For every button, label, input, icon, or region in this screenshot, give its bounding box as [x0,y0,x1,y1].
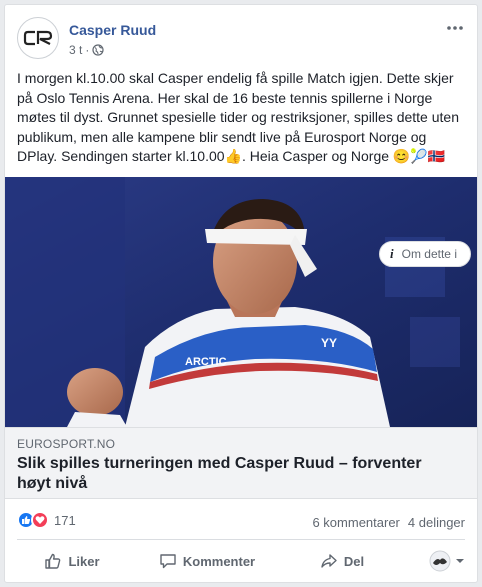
love-icon [31,511,49,529]
share-button[interactable]: Del [287,545,397,577]
share-label: Del [343,553,365,569]
action-bar: Liker Kommenter Del [17,543,465,579]
meta-separator: · [85,43,90,57]
about-this-button[interactable]: i Om dette i [379,241,471,267]
chevron-down-icon [456,559,464,563]
viewer-avatar-icon [429,550,451,572]
info-icon: i [390,246,394,261]
thumbs-up-icon [45,553,61,569]
like-button[interactable]: Liker [17,545,127,577]
actions-divider [17,539,465,540]
comment-button[interactable]: Kommenter [127,545,287,577]
shares-count-link[interactable]: 4 delinger [408,515,465,530]
link-domain: EUROSPORT.NO [17,437,116,451]
reaction-count: 171 [54,512,76,528]
post-header: Casper Ruud 3 t · [17,17,465,65]
link-preview[interactable]: EUROSPORT.NO Slik spilles turneringen me… [5,427,477,499]
more-options-button[interactable] [445,19,465,37]
about-label: Om dette i [401,247,457,261]
avatar[interactable] [17,17,59,59]
svg-text:YY: YY [321,336,337,350]
cr-logo-icon [23,30,53,46]
post-meta: 3 t · [69,43,104,57]
page-name-link[interactable]: Casper Ruud [69,22,156,38]
comments-count-link[interactable]: 6 kommentarer [312,515,399,530]
link-title[interactable]: Slik spilles turneringen med Casper Ruud… [17,454,457,494]
post-as-selector[interactable] [429,545,465,577]
post-text: I morgen kl.10.00 skal Casper endelig få… [17,70,459,164]
shirt-text: ARCTIC [185,356,227,368]
globe-icon [92,44,104,56]
comment-icon [160,554,176,569]
post-stats: 171 6 kommentarer 4 delinger [17,509,465,533]
ellipsis-icon [447,26,463,30]
post-image[interactable]: ARCTIC YY [5,177,477,427]
post-time[interactable]: 3 t [69,43,82,57]
engagement-counts: 6 kommentarer 4 delinger [312,515,465,530]
comment-label: Kommenter [182,553,256,569]
share-icon [321,554,337,568]
like-label: Liker [68,553,100,569]
tennis-player-image: ARCTIC YY [5,177,477,427]
post-card: Casper Ruud 3 t · I morgen kl.10.00 skal… [4,4,478,583]
reactions-summary[interactable]: 171 [17,511,76,529]
